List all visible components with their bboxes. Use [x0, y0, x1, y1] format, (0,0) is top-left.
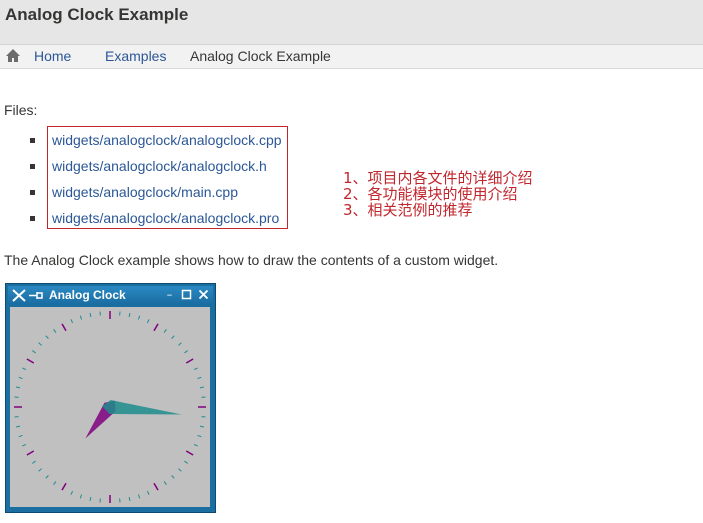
- minute-tick: [178, 342, 182, 346]
- minimize-icon[interactable]: –: [164, 289, 175, 300]
- example-description: The Analog Clock example shows how to dr…: [4, 252, 499, 268]
- file-link-analogclock-h[interactable]: widgets/analogclock/analogclock.h: [52, 158, 267, 174]
- bullet: [30, 164, 35, 169]
- minute-tick: [70, 490, 74, 495]
- pin-icon[interactable]: [28, 290, 44, 301]
- minute-tick: [45, 475, 49, 479]
- breadcrumb-home-link[interactable]: Home: [34, 48, 71, 64]
- page-header: Analog Clock Example: [0, 0, 703, 45]
- minute-tick: [79, 494, 83, 499]
- hour-tick: [153, 482, 159, 491]
- minute-tick: [45, 335, 49, 339]
- minute-tick: [128, 496, 131, 502]
- file-link-main-cpp[interactable]: widgets/analogclock/main.cpp: [52, 184, 238, 200]
- clock-face: [10, 307, 210, 507]
- hour-tick: [185, 450, 194, 456]
- bullet: [30, 216, 35, 221]
- hour-tick: [153, 323, 159, 332]
- files-label: Files:: [4, 102, 38, 118]
- minute-tick: [15, 386, 21, 389]
- minute-tick: [199, 425, 205, 428]
- minute-tick: [171, 475, 175, 479]
- minute-tick: [89, 312, 92, 318]
- hour-tick: [61, 323, 67, 332]
- minute-tick: [178, 468, 182, 472]
- minute-tick: [163, 481, 167, 485]
- minute-tick: [89, 496, 92, 502]
- hour-tick: [26, 358, 35, 364]
- hour-tick: [185, 358, 194, 364]
- annotation-notes: 1、项目内各文件的详细介绍 2、各功能模块的使用介绍 3、相关范例的推荐: [343, 170, 533, 218]
- minute-tick: [38, 342, 42, 346]
- bullet: [30, 138, 35, 143]
- annotation-line-3: 3、相关范例的推荐: [343, 201, 473, 219]
- minute-tick: [128, 312, 131, 318]
- minute-tick: [197, 434, 202, 438]
- window-titlebar[interactable]: Analog Clock –: [8, 286, 213, 305]
- analog-clock-window: Analog Clock –: [5, 283, 216, 513]
- hour-tick: [61, 482, 67, 491]
- breadcrumb: Home Examples Analog Clock Example: [0, 45, 703, 69]
- minute-tick: [184, 350, 188, 354]
- annotation-line-1: 1、项目内各文件的详细介绍: [343, 169, 533, 187]
- minute-tick: [146, 490, 150, 495]
- clock-dial: [14, 311, 206, 503]
- minute-tick: [137, 494, 141, 499]
- minute-tick: [22, 443, 27, 447]
- close-icon[interactable]: [198, 289, 209, 300]
- minute-tick: [32, 460, 36, 464]
- minute-hand: [102, 400, 182, 415]
- file-link-analogclock-pro[interactable]: widgets/analogclock/analogclock.pro: [52, 210, 279, 226]
- window-title: Analog Clock: [49, 288, 126, 302]
- minute-tick: [199, 386, 205, 389]
- breadcrumb-current: Analog Clock Example: [190, 48, 331, 64]
- hour-tick: [26, 450, 35, 456]
- minute-tick: [18, 376, 23, 380]
- breadcrumb-examples-link[interactable]: Examples: [105, 48, 166, 64]
- bullet: [30, 190, 35, 195]
- minute-tick: [22, 367, 27, 371]
- minute-tick: [70, 319, 74, 324]
- minute-tick: [38, 468, 42, 472]
- minute-tick: [163, 329, 167, 333]
- home-icon[interactable]: [5, 48, 21, 63]
- minute-tick: [193, 443, 198, 447]
- minute-tick: [79, 315, 83, 320]
- minute-tick: [146, 319, 150, 324]
- maximize-icon[interactable]: [181, 289, 192, 300]
- minute-tick: [15, 425, 21, 428]
- minute-tick: [197, 376, 202, 380]
- minute-tick: [193, 367, 198, 371]
- annotation-line-2: 2、各功能模块的使用介绍: [343, 185, 518, 203]
- minute-tick: [184, 460, 188, 464]
- file-link-analogclock-cpp[interactable]: widgets/analogclock/analogclock.cpp: [52, 132, 282, 148]
- window-menu-icon[interactable]: [11, 288, 27, 303]
- page-title: Analog Clock Example: [5, 5, 189, 24]
- minute-tick: [32, 350, 36, 354]
- minute-tick: [53, 329, 57, 333]
- minute-tick: [171, 335, 175, 339]
- minute-tick: [137, 315, 141, 320]
- minute-tick: [53, 481, 57, 485]
- minute-tick: [18, 434, 23, 438]
